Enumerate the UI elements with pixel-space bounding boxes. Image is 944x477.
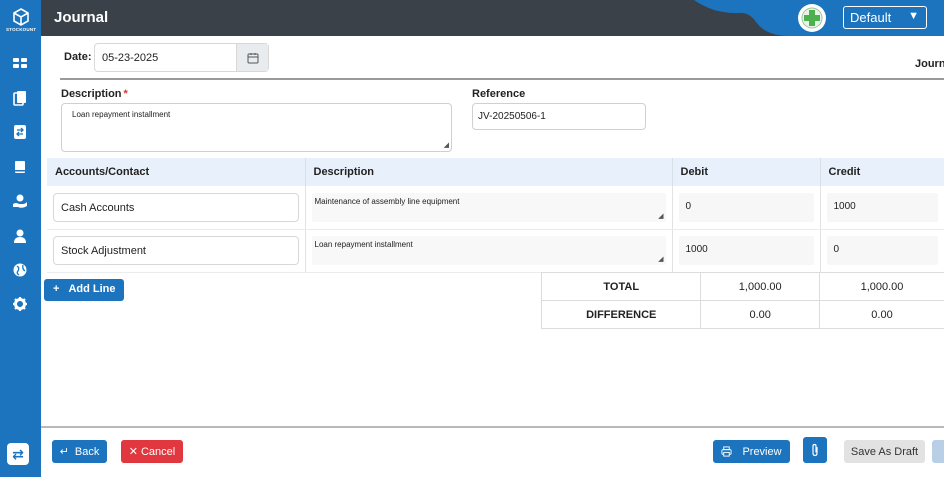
sidebar-toggle-button[interactable]: ⇄ xyxy=(7,443,29,465)
column-header-credit: Credit xyxy=(820,158,944,186)
logo-text: STOCKOUNT xyxy=(6,27,37,32)
draft-label: Save As Draft xyxy=(850,445,919,458)
nav-payments[interactable] xyxy=(12,193,28,209)
total-debit: 1,000.00 xyxy=(700,272,820,301)
nav-contacts[interactable] xyxy=(12,228,28,244)
divider xyxy=(60,78,944,80)
date-label: Date: xyxy=(64,51,92,63)
app-logo[interactable]: STOCKOUNT xyxy=(6,8,36,36)
cancel-button[interactable]: ✕ Cancel xyxy=(121,440,183,463)
calendar-icon xyxy=(247,52,258,63)
profile-select[interactable]: Default ▼ xyxy=(843,6,927,29)
save-as-draft-button[interactable]: Save As Draft xyxy=(844,440,925,463)
preview-label: Preview xyxy=(742,445,782,458)
total-row: TOTAL 1,000.00 1,000.00 xyxy=(540,272,944,301)
reference-label: Reference xyxy=(472,88,526,100)
date-input[interactable]: 05-23-2025 xyxy=(94,43,269,72)
totals-table: TOTAL 1,000.00 1,000.00 DIFFERENCE 0.00 … xyxy=(540,272,944,329)
total-credit: 1,000.00 xyxy=(818,272,944,301)
debit-input[interactable]: 1000 xyxy=(678,236,814,265)
account-input[interactable]: Cash Accounts xyxy=(53,192,299,222)
column-header-description: Description xyxy=(305,158,673,186)
transfer-icon xyxy=(14,125,26,139)
required-mark: * xyxy=(123,88,128,100)
medical-plus-icon[interactable] xyxy=(798,4,826,32)
page-title: Journal xyxy=(54,9,109,26)
back-button[interactable]: ↵ Back xyxy=(52,440,107,463)
user-icon xyxy=(14,229,26,243)
line-description-textarea[interactable]: Maintenance of assembly line equipment ◢ xyxy=(311,192,666,222)
profile-select-value: Default xyxy=(850,10,892,25)
credit-input[interactable]: 0 xyxy=(826,236,938,265)
table-header-row: Accounts/Contact Description Debit Credi… xyxy=(47,158,944,186)
documents-icon xyxy=(13,91,26,106)
date-input-value: 05-23-2025 xyxy=(102,52,159,64)
back-arrow-icon: ↵ xyxy=(59,446,69,458)
nav-transfers[interactable] xyxy=(12,124,28,140)
difference-label: DIFFERENCE xyxy=(540,300,702,329)
paperclip-icon xyxy=(812,443,818,457)
chevron-down-icon: ▼ xyxy=(908,10,919,22)
difference-row: DIFFERENCE 0.00 0.00 xyxy=(540,300,944,329)
book-icon xyxy=(15,161,25,173)
difference-credit: 0.00 xyxy=(818,300,944,329)
description-label: Description * xyxy=(61,88,128,100)
description-label-text: Description xyxy=(61,88,122,100)
add-line-label: Add Line xyxy=(68,283,116,295)
nav-dashboard[interactable] xyxy=(12,55,28,71)
description-textarea-value: Loan repayment installment xyxy=(72,110,171,119)
column-header-debit: Debit xyxy=(672,158,821,186)
add-line-button[interactable]: + Add Line xyxy=(44,279,124,301)
credit-input[interactable]: 1000 xyxy=(826,192,938,222)
description-textarea[interactable]: Loan repayment installment ◢ xyxy=(61,103,452,152)
line-description-value: Loan repayment installment xyxy=(314,240,413,249)
globe-icon xyxy=(13,263,27,277)
reference-input-value: JV-20250506-1 xyxy=(478,111,546,122)
close-icon: ✕ xyxy=(128,446,138,458)
journal-lines-table: Accounts/Contact Description Debit Credi… xyxy=(47,158,944,273)
print-icon xyxy=(721,446,732,457)
plus-icon: + xyxy=(53,283,60,295)
hand-money-icon xyxy=(13,194,27,208)
calendar-button[interactable] xyxy=(236,44,268,71)
nav-journal[interactable] xyxy=(12,159,28,175)
back-label: Back xyxy=(74,445,100,458)
column-header-accounts: Accounts/Contact xyxy=(47,158,306,186)
gear-icon xyxy=(13,297,27,311)
line-description-textarea[interactable]: Loan repayment installment ◢ xyxy=(311,236,666,265)
stockount-logo-icon xyxy=(13,8,29,26)
nav-global[interactable] xyxy=(12,262,28,278)
reference-input[interactable]: JV-20250506-1 xyxy=(472,103,646,130)
cancel-label: Cancel xyxy=(140,445,176,458)
resize-handle-icon[interactable]: ◢ xyxy=(444,141,449,149)
dashboard-icon xyxy=(13,58,27,68)
account-input[interactable]: Stock Adjustment xyxy=(53,236,299,265)
total-label: TOTAL xyxy=(540,272,702,301)
sidebar: STOCKOUNT ⇄ xyxy=(0,0,41,477)
table-row: Cash Accounts Maintenance of assembly li… xyxy=(47,186,944,230)
difference-debit: 0.00 xyxy=(700,300,820,329)
attach-button[interactable] xyxy=(803,437,827,463)
debit-input[interactable]: 0 xyxy=(678,192,814,222)
save-button[interactable] xyxy=(932,440,944,463)
nav-settings[interactable] xyxy=(12,296,28,312)
resize-handle-icon[interactable]: ◢ xyxy=(658,212,663,220)
footer-divider xyxy=(41,426,944,428)
preview-button[interactable]: Preview xyxy=(713,440,790,463)
nav-documents[interactable] xyxy=(12,90,28,106)
resize-handle-icon[interactable]: ◢ xyxy=(658,255,663,263)
topbar: Journal Default ▼ xyxy=(41,0,944,36)
journal-number-label: Journ xyxy=(915,58,944,70)
line-description-value: Maintenance of assembly line equipment xyxy=(314,196,460,206)
table-row: Stock Adjustment Loan repayment installm… xyxy=(47,229,944,273)
